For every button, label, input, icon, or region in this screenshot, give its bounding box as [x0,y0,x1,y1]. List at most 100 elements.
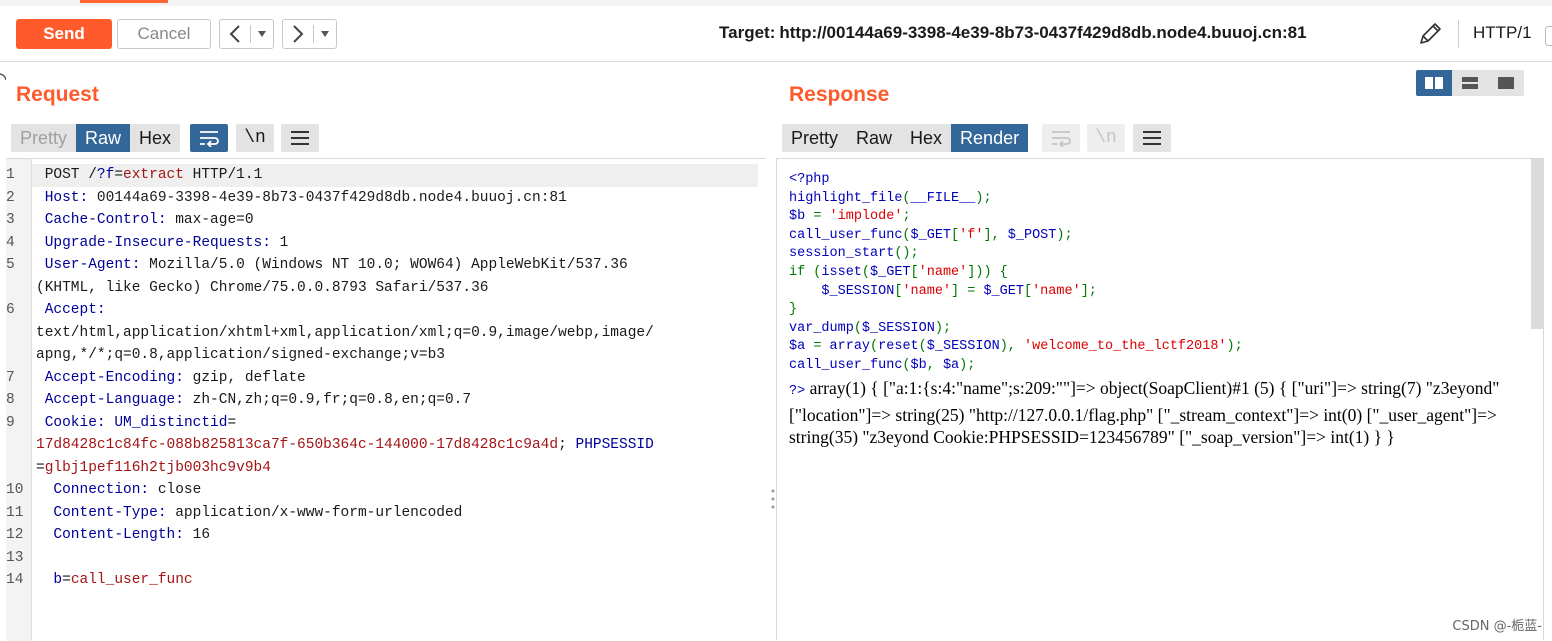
line-number: 2 [6,190,15,206]
edit-target-button[interactable] [1416,20,1444,48]
request-menu-button[interactable] [281,124,319,152]
code-token: Content-Type: [53,505,166,521]
code-token: max-age=0 [167,212,254,228]
php-token: ( [862,265,870,280]
response-menu-button[interactable] [1133,124,1171,152]
php-token: 'implode' [830,209,903,224]
php-line: var_dump($_SESSION); [789,320,1243,339]
tab-raw[interactable]: Raw [76,124,130,152]
code-line: 5User-Agent: Mozilla/5.0 (Windows NT 10.… [36,254,758,277]
chevron-right-icon [291,24,305,44]
refresh-icon [0,70,6,92]
layout-single[interactable] [1488,70,1524,96]
php-token: [ [911,265,919,280]
php-token: ( [902,191,910,206]
line-number: 3 [6,212,15,228]
back-nav-group [219,19,274,49]
code-token: 17d8428c1c84fc-088b825813ca7f-650b364c-1… [36,437,558,453]
php-line: if (isset($_GET['name'])) { [789,264,1243,283]
response-view-tabs: Pretty Raw Hex Render [782,124,1028,152]
watermark: CSDN @-栀蓝- [1452,615,1542,634]
request-code: 1POST /?f=extract HTTP/1.12Host: 00144a6… [36,164,758,592]
code-token: = [36,460,45,476]
forward-button[interactable] [283,20,313,48]
php-token: ); [1227,339,1243,354]
request-wrap-button[interactable] [190,124,228,152]
line-number: 13 [6,550,23,566]
code-line: 13​ [36,547,758,570]
request-newline-button[interactable]: \n [236,124,274,152]
php-token: (); [894,246,918,261]
php-token: ])) { [967,265,1008,280]
response-scrollbar[interactable] [1531,159,1543,329]
collapse-handle[interactable] [0,70,6,92]
http-version-selector[interactable]: HTTP/1 [1473,23,1532,43]
php-token: $a [943,358,959,373]
php-line: call_user_func($b, $a); [789,357,1243,376]
line-number: 4 [6,235,15,251]
tab-hex[interactable]: Hex [901,124,951,152]
code-line: 2Host: 00144a69-3398-4e39-8b73-0437f429d… [36,187,758,210]
code-token: application/x-www-form-urlencoded [167,505,463,521]
code-token: extract [123,167,184,183]
layout-split-columns[interactable] [1416,70,1452,96]
tab-pretty[interactable]: Pretty [782,124,847,152]
forward-history-dropdown[interactable] [314,20,336,48]
code-token: Accept: [45,302,106,318]
code-token: = [62,572,71,588]
code-token: PHPSESSID [576,437,654,453]
tab-hex[interactable]: Hex [130,124,180,152]
response-wrap-button[interactable] [1042,124,1080,152]
menu-icon [290,130,310,146]
response-newline-button[interactable]: \n [1087,124,1125,152]
code-token: Host: [45,190,89,206]
target-display: Target:http://00144a69-3398-4e39-8b73-04… [719,23,1307,43]
var-dump-text: array(1) { ["a:1:{s:4:"name";s:209:""]=>… [789,378,1499,447]
code-token: Upgrade-Insecure-Requests: [45,235,271,251]
cancel-button[interactable]: Cancel [117,19,211,49]
php-token: [ [951,228,959,243]
php-token: call_user_func [789,228,902,243]
code-line: 6Accept: [36,299,758,322]
php-token: $_SESSION [789,284,894,299]
php-token: $_SESSION [862,321,935,336]
php-token: = [813,209,829,224]
layout-split-rows[interactable] [1452,70,1488,96]
php-token: isset [821,265,862,280]
php-line: <?php [789,171,1243,190]
target-label: Target: [719,23,775,42]
code-line: 1POST /?f=extract HTTP/1.1 [36,164,758,187]
line-number: 6 [6,302,15,318]
response-render-view[interactable]: <?phphighlight_file(__FILE__);$b = 'impl… [776,158,1544,640]
line-number: 1 [6,167,15,183]
php-token: 'name' [919,265,968,280]
code-token: Connection: [53,482,149,498]
back-history-dropdown[interactable] [251,20,273,48]
php-close-tag: ?> [789,384,805,399]
php-token: [ [1024,284,1032,299]
php-token: ); [1056,228,1072,243]
code-token: UM_distinctid [114,415,227,431]
code-token: 1 [271,235,288,251]
code-line: 17d8428c1c84fc-088b825813ca7f-650b364c-1… [36,434,758,457]
php-token: ], [983,228,1007,243]
php-token: session_start [789,246,894,261]
tab-render[interactable]: Render [951,124,1028,152]
send-button[interactable]: Send [16,19,112,49]
layout-toggle [1416,70,1524,96]
tab-raw[interactable]: Raw [847,124,901,152]
request-editor[interactable]: 1POST /?f=extract HTTP/1.12Host: 00144a6… [6,158,766,640]
php-token: if ( [789,265,821,280]
tab-pretty[interactable]: Pretty [11,124,76,152]
code-token: Accept-Encoding: [45,370,184,386]
var-dump-output: ?> array(1) { ["a:1:{s:4:"name";s:209:""… [789,377,1529,449]
php-token: __FILE__ [911,191,976,206]
back-button[interactable] [220,20,250,48]
php-line: session_start(); [789,245,1243,264]
code-line: 3Cache-Control: max-age=0 [36,209,758,232]
code-line: =glbj1pef116h2tjb003hc9v9b4 [36,457,758,480]
code-line: 12Content-Length: 16 [36,524,758,547]
pane-divider-handle[interactable] [771,488,775,510]
php-token: $b [789,209,813,224]
code-line: 14b=call_user_func [36,569,758,592]
